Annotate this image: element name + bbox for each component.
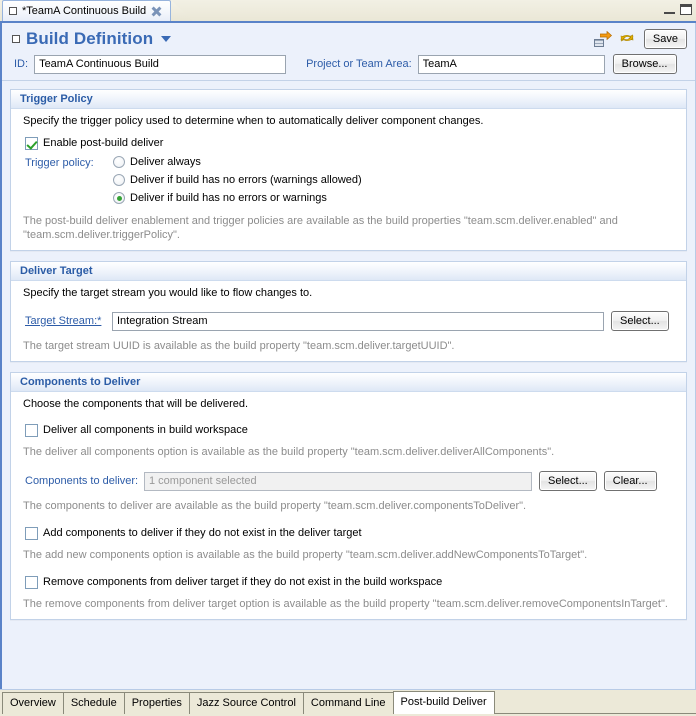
add-components-label: Add components to deliver if they do not… (43, 527, 362, 539)
section-title-trigger-policy: Trigger Policy (11, 90, 686, 109)
section-title-deliver-target: Deliver Target (11, 262, 686, 281)
close-icon[interactable] (151, 6, 162, 17)
enable-post-build-deliver-label: Enable post-build deliver (43, 137, 164, 149)
radio-deliver-always[interactable]: Deliver always (113, 156, 362, 168)
section-components-to-deliver: Components to Deliver Choose the compone… (10, 372, 687, 620)
deliver-target-description: Specify the target stream you would like… (23, 287, 313, 299)
header-actions: Save (593, 29, 687, 49)
add-components-row[interactable]: Add components to deliver if they do not… (23, 513, 676, 542)
remove-components-checkbox[interactable] (25, 576, 38, 589)
components-to-deliver-row: Components to deliver: Select... Clear..… (23, 459, 676, 493)
radio-deliver-always-label: Deliver always (130, 156, 201, 168)
collapse-box-icon[interactable] (12, 35, 20, 43)
tab-command-line[interactable]: Command Line (302, 692, 394, 714)
radio-deliver-no-errors-label: Deliver if build has no errors (warnings… (130, 174, 362, 186)
section-trigger-policy: Trigger Policy Specify the trigger polic… (10, 89, 687, 251)
add-components-checkbox[interactable] (25, 527, 38, 540)
add-components-hint: The add new components option is availab… (23, 549, 588, 561)
page-title-group: Build Definition (12, 29, 172, 49)
refresh-icon[interactable] (619, 31, 637, 47)
components-to-deliver-hint: The components to deliver are available … (23, 500, 527, 512)
tab-overview[interactable]: Overview (2, 692, 64, 714)
editor-window: *TeamA Continuous Build Build Definition (0, 0, 696, 716)
browse-button[interactable]: Browse... (612, 54, 677, 74)
components-description: Choose the components that will be deliv… (23, 398, 249, 410)
save-button[interactable]: Save (643, 29, 687, 49)
window-controls (664, 4, 692, 15)
maximize-icon[interactable] (680, 4, 692, 15)
editor-tabstrip: *TeamA Continuous Build (0, 0, 696, 23)
radio-deliver-always-button[interactable] (113, 156, 125, 168)
page-header: Build Definition Save (2, 23, 695, 51)
deliver-target-hint: The target stream UUID is available as t… (23, 340, 455, 352)
sections-container: Trigger Policy Specify the trigger polic… (2, 81, 695, 620)
enable-post-build-deliver-row[interactable]: Enable post-build deliver (23, 131, 676, 152)
tab-schedule[interactable]: Schedule (62, 692, 125, 714)
target-stream-input[interactable] (112, 311, 604, 331)
request-build-icon[interactable] (593, 31, 612, 47)
radio-deliver-no-errors-or-warnings-label: Deliver if build has no errors or warnin… (130, 192, 327, 204)
tab-jazz-source-control[interactable]: Jazz Source Control (188, 692, 304, 714)
project-area-label: Project or Team Area: (306, 58, 412, 70)
trigger-policy-hint: The post-build deliver enablement and tr… (23, 215, 618, 241)
radio-deliver-no-errors-or-warnings[interactable]: Deliver if build has no errors or warnin… (113, 192, 362, 204)
target-stream-link-label[interactable]: Target Stream:* (25, 315, 105, 327)
minimize-icon[interactable] (664, 5, 675, 14)
deliver-all-components-hint: The deliver all components option is ava… (23, 446, 555, 458)
chevron-down-icon[interactable] (161, 36, 172, 42)
components-to-deliver-input[interactable] (144, 471, 532, 491)
remove-components-hint: The remove components from deliver targe… (23, 598, 668, 610)
section-body-trigger-policy: Specify the trigger policy used to deter… (11, 109, 686, 250)
deliver-all-components-row[interactable]: Deliver all components in build workspac… (23, 414, 676, 439)
radio-deliver-no-errors[interactable]: Deliver if build has no errors (warnings… (113, 174, 362, 186)
components-clear-button[interactable]: Clear... (603, 471, 657, 491)
radio-deliver-no-errors-or-warnings-button[interactable] (113, 192, 125, 204)
project-area-input[interactable] (417, 54, 605, 74)
deliver-all-components-label: Deliver all components in build workspac… (43, 424, 248, 436)
id-row: ID: Project or Team Area: Browse... (2, 51, 695, 81)
section-title-components-to-deliver: Components to Deliver (11, 373, 686, 392)
trigger-policy-description: Specify the trigger policy used to deter… (23, 115, 484, 127)
components-select-button[interactable]: Select... (539, 471, 597, 491)
remove-components-label: Remove components from deliver target if… (43, 576, 443, 588)
build-definition-form: Build Definition Save ID: TeamA Continuo… (0, 23, 696, 689)
trigger-policy-radio-group: Trigger policy: Deliver always Deliver i… (23, 152, 676, 204)
editor-tab-label: *TeamA Continuous Build (22, 5, 147, 17)
trigger-policy-label: Trigger policy: (25, 157, 94, 169)
bottom-tab-bar: Overview Schedule Properties Jazz Source… (0, 689, 696, 716)
bottom-tab-filler (493, 712, 696, 714)
page-title: Build Definition (26, 29, 154, 48)
enable-post-build-deliver-checkbox[interactable] (25, 137, 38, 150)
id-label: ID: (14, 58, 29, 70)
tab-post-build-deliver[interactable]: Post-build Deliver (392, 691, 495, 714)
tab-slant-decoration (171, 0, 193, 21)
target-stream-select-button[interactable]: Select... (611, 311, 669, 331)
components-to-deliver-label: Components to deliver: (25, 475, 139, 487)
editor-tab-build-definition[interactable]: *TeamA Continuous Build (2, 0, 172, 21)
tab-properties[interactable]: Properties (123, 692, 190, 714)
target-stream-row: Target Stream:* Select... (23, 303, 676, 333)
section-body-deliver-target: Specify the target stream you would like… (11, 281, 686, 361)
deliver-all-components-checkbox[interactable] (25, 424, 38, 437)
remove-components-row[interactable]: Remove components from deliver target if… (23, 562, 676, 591)
radio-deliver-no-errors-button[interactable] (113, 174, 125, 186)
document-icon (9, 7, 17, 15)
section-body-components-to-deliver: Choose the components that will be deliv… (11, 392, 686, 619)
section-deliver-target: Deliver Target Specify the target stream… (10, 261, 687, 362)
id-input[interactable] (34, 54, 287, 74)
